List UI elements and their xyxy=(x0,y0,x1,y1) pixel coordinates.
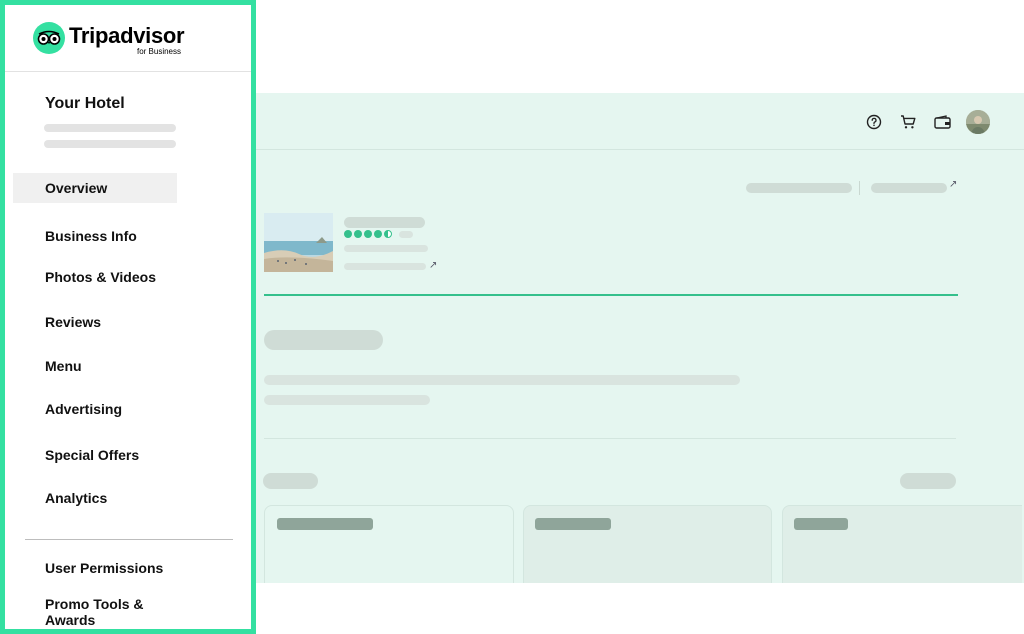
sidebar-item-reviews[interactable]: Reviews xyxy=(13,307,177,337)
sidebar: Tripadvisor for Business Your Hotel Over… xyxy=(0,0,256,634)
section-divider xyxy=(264,438,956,439)
main-content: ↗ ↗ xyxy=(256,93,1024,583)
sidebar-item-advertising[interactable]: Advertising xyxy=(13,394,177,424)
sidebar-section-divider xyxy=(25,539,233,540)
sidebar-item-analytics[interactable]: Analytics xyxy=(13,483,177,513)
header-link-placeholder xyxy=(746,183,852,193)
listing-link-placeholder[interactable] xyxy=(344,263,426,270)
help-icon[interactable] xyxy=(864,112,884,132)
hotel-detail-placeholder xyxy=(44,124,176,132)
app-window: ↗ ↗ Tripadvisor for Business Your Hotel … xyxy=(0,0,1024,634)
sidebar-item-overview[interactable]: Overview xyxy=(13,173,177,203)
section-text-placeholder xyxy=(264,395,430,405)
brand-subtitle: for Business xyxy=(136,47,181,56)
sidebar-item-user-permissions[interactable]: User Permissions xyxy=(13,553,177,583)
logo-wordmark: Tripadvisor for Business xyxy=(69,22,185,56)
avatar[interactable] xyxy=(966,110,990,134)
listing-accent-divider xyxy=(264,294,958,296)
section-title-placeholder xyxy=(264,330,383,350)
sidebar-item-promo-tools-awards[interactable]: Promo Tools & Awards xyxy=(13,596,177,628)
rating-bubble-filled xyxy=(354,230,362,238)
rating-bubble-half xyxy=(384,230,392,238)
sidebar-item-menu[interactable]: Menu xyxy=(13,351,177,381)
rating-bubble-filled xyxy=(364,230,372,238)
listing-name-placeholder xyxy=(344,217,425,228)
hotel-name: Your Hotel xyxy=(45,95,125,112)
external-link-placeholder[interactable] xyxy=(871,183,947,193)
external-link-arrow-icon: ↗ xyxy=(949,179,958,190)
sidebar-item-photos-videos[interactable]: Photos & Videos xyxy=(13,262,177,292)
subsection-title-placeholder xyxy=(263,473,318,489)
top-bar-icons xyxy=(864,110,990,134)
card-title-placeholder xyxy=(277,518,373,530)
rating-bubble-filled xyxy=(374,230,382,238)
summary-card[interactable] xyxy=(523,505,772,583)
hotel-detail-placeholder xyxy=(44,140,176,148)
listing-thumbnail xyxy=(264,213,333,272)
wallet-icon[interactable] xyxy=(932,112,952,132)
section-text-placeholder xyxy=(264,375,740,385)
rating-bubble-filled xyxy=(344,230,352,238)
review-count-placeholder xyxy=(399,230,413,238)
brand-name: Tripadvisor xyxy=(69,23,185,48)
top-bar xyxy=(256,93,1024,150)
summary-card[interactable] xyxy=(264,505,514,583)
summary-card[interactable] xyxy=(782,505,1022,583)
card-title-placeholder xyxy=(535,518,611,530)
header-link-divider xyxy=(859,181,860,195)
sidebar-header-divider xyxy=(5,71,251,72)
owl-logo-icon xyxy=(33,22,65,54)
sidebar-item-special-offers[interactable]: Special Offers xyxy=(13,440,177,470)
sidebar-item-business-info[interactable]: Business Info xyxy=(13,221,177,251)
rating-bubbles xyxy=(344,230,413,238)
cart-icon[interactable] xyxy=(898,112,918,132)
tripadvisor-logo[interactable]: Tripadvisor for Business xyxy=(33,21,185,56)
listing-address-placeholder xyxy=(344,245,428,252)
subsection-action-placeholder[interactable] xyxy=(900,473,956,489)
listing-link-arrow-icon: ↗ xyxy=(429,260,438,271)
card-title-placeholder xyxy=(794,518,848,530)
